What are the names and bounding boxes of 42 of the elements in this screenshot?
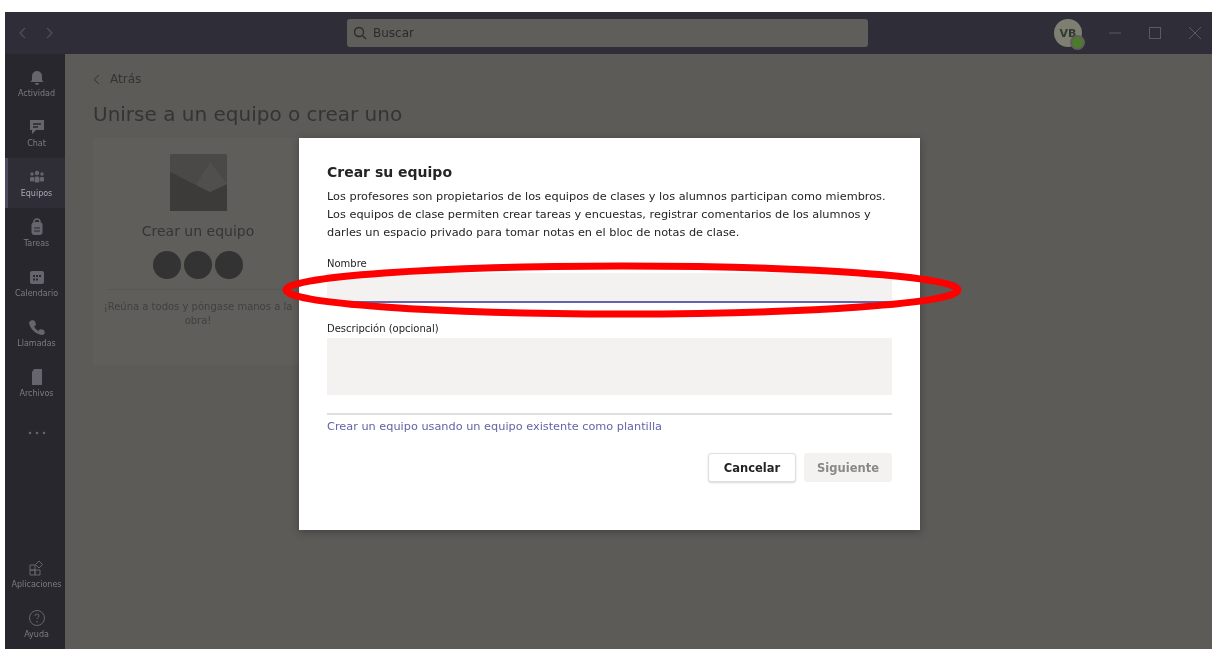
user-avatar[interactable]: VB — [1054, 19, 1082, 47]
close-icon[interactable] — [1188, 26, 1202, 40]
sidebar-label: Tareas — [23, 239, 50, 248]
sidebar-item[interactable]: Tareas — [5, 208, 65, 258]
sidebar-label: Equipos — [20, 189, 53, 198]
calendar-icon — [27, 268, 46, 286]
sidebar-label: Llamadas — [17, 339, 56, 348]
sidebar-item[interactable]: Ayuda — [5, 599, 65, 649]
avatar-initials: VB — [1059, 26, 1077, 40]
maximize-icon[interactable] — [1148, 26, 1162, 40]
sidebar-item[interactable]: Archivos — [5, 358, 65, 408]
sidebar-label: Actividad — [17, 89, 56, 98]
sidebar-label: Archivos — [19, 389, 54, 398]
help-icon — [27, 609, 46, 627]
chevron-left-icon — [93, 73, 100, 85]
chat-icon — [27, 118, 46, 136]
sidebar-item[interactable]: Actividad — [5, 58, 65, 108]
more-icon — [27, 431, 46, 435]
field-label: Descripción (opcional) — [327, 323, 440, 334]
field-label: Nombre — [327, 258, 368, 269]
avatar-circle — [153, 251, 181, 279]
sidebar-label: Aplicaciones — [11, 580, 62, 589]
name-input-field[interactable] — [327, 273, 892, 303]
team-image-icon — [169, 154, 227, 211]
sidebar-item[interactable]: Equipos — [5, 158, 65, 208]
sidebar-label: Chat — [27, 139, 46, 148]
people-icon — [27, 168, 46, 186]
avatar-circle — [215, 251, 243, 279]
apps-icon — [27, 559, 46, 577]
template-link[interactable]: Crear un equipo usando un equipo existente como plantilla — [327, 420, 662, 433]
search-icon — [353, 26, 367, 40]
sidebar-item[interactable]: Aplicaciones — [5, 549, 65, 599]
sidebar-label: Calendario — [14, 289, 59, 298]
phone-icon — [27, 318, 46, 336]
cancel-button[interactable]: Cancelar — [708, 453, 796, 482]
dialog-title: Crear su equipo — [327, 164, 453, 180]
sidebar-item[interactable]: Chat — [5, 108, 65, 158]
sidebar-label: Ayuda — [24, 630, 49, 639]
dialog-description: Los profesores son propietarios de los equipos de clases y los alumnos participan como miembros. Los equipos de clase permiten crear tareas y encuestas, registrar comentarios de los alumnos y darles un espacio privado para tomar notas en el bloc de notas de clase. — [327, 189, 887, 241]
sidebar-item[interactable]: Calendario — [5, 258, 65, 308]
sidebar-item[interactable]: Llamadas — [5, 308, 65, 358]
avatar-circle — [184, 251, 212, 279]
